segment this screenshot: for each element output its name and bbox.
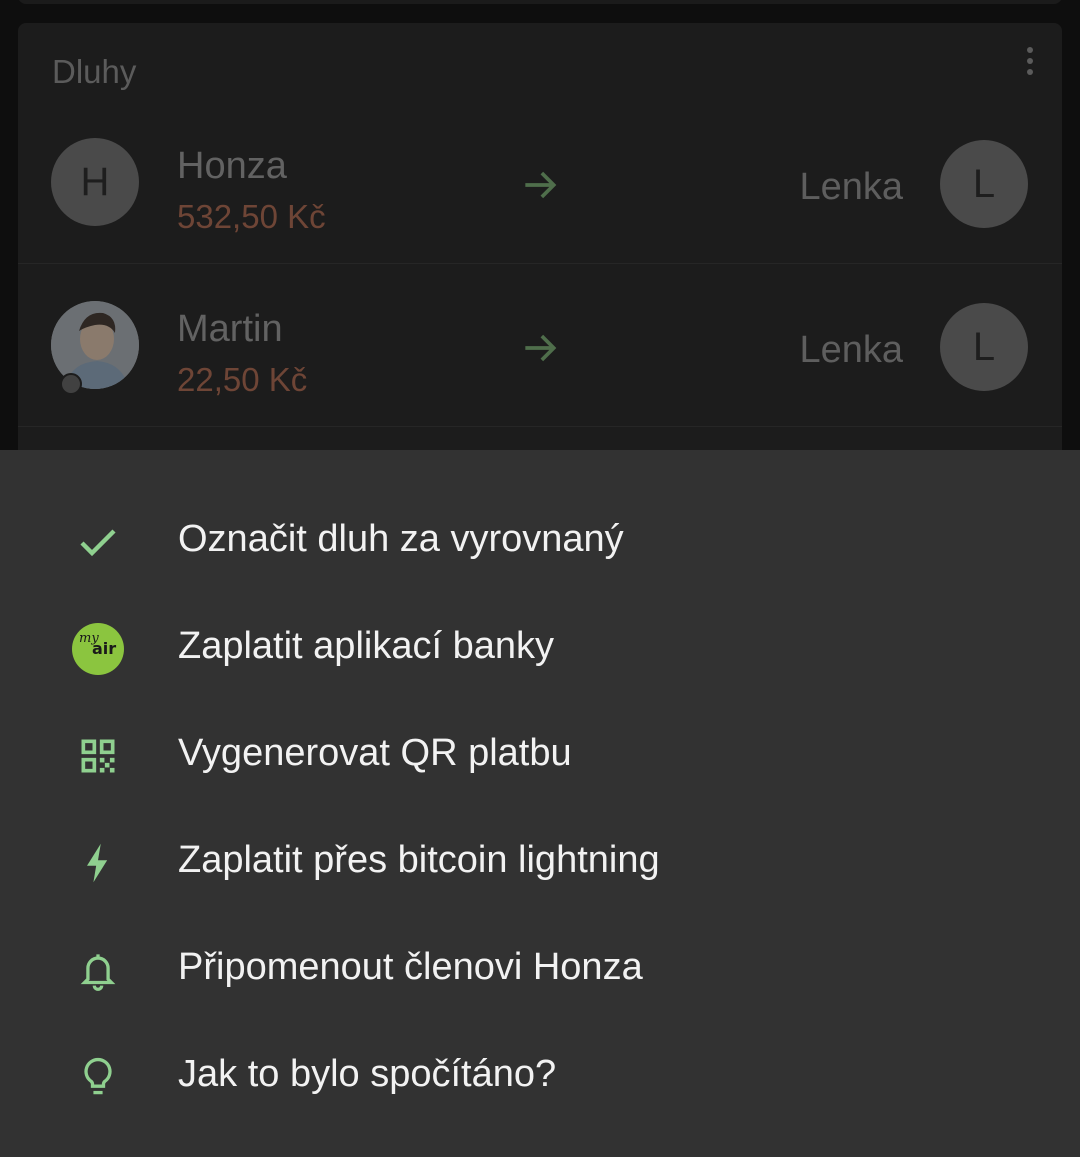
bottom-sheet: Označit dluh za vyrovnaný my air Zaplatit… xyxy=(0,450,1080,1157)
avatar: H xyxy=(51,138,139,226)
sheet-item-label: Připomenout členovi Honza xyxy=(178,946,643,988)
remind-member-item[interactable]: Připomenout členovi Honza xyxy=(0,916,1080,1023)
sheet-item-label: Označit dluh za vyrovnaný xyxy=(178,518,624,560)
mark-settled-item[interactable]: Označit dluh za vyrovnaný xyxy=(0,488,1080,595)
debt-amount: 22,50 Kč xyxy=(177,361,308,398)
previous-card-edge xyxy=(18,0,1062,4)
debtor-name: Martin xyxy=(177,308,283,350)
qr-code-icon xyxy=(70,728,126,784)
sheet-item-label: Vygenerovat QR platbu xyxy=(178,732,572,774)
debt-amount: 532,50 Kč xyxy=(177,198,326,235)
creditor-name: Lenka xyxy=(799,329,903,371)
lightbulb-icon xyxy=(70,1049,126,1105)
status-dot xyxy=(60,373,82,395)
debt-row[interactable]: Martin 22,50 Kč Lenka L xyxy=(18,264,1062,427)
myair-logo-icon: my air xyxy=(70,621,126,677)
more-options-icon[interactable] xyxy=(1024,47,1036,75)
generate-qr-item[interactable]: Vygenerovat QR platbu xyxy=(0,702,1080,809)
debt-row[interactable]: H Honza 532,50 Kč Lenka L xyxy=(18,101,1062,264)
pay-bank-app-item[interactable]: my air Zaplatit aplikací banky xyxy=(0,595,1080,702)
debtor-name: Honza xyxy=(177,145,287,187)
arrow-right-icon xyxy=(525,171,557,199)
sheet-item-label: Jak to bylo spočítáno? xyxy=(178,1053,557,1095)
screen: Dluhy H Honza 532,50 Kč Lenka L Martin 2… xyxy=(0,0,1080,1157)
creditor-name: Lenka xyxy=(799,166,903,208)
avatar: L xyxy=(940,303,1028,391)
lightning-icon xyxy=(70,835,126,891)
check-icon xyxy=(70,514,126,570)
sheet-item-label: Zaplatit aplikací banky xyxy=(178,625,554,667)
sheet-item-label: Zaplatit přes bitcoin lightning xyxy=(178,839,660,881)
debts-card: Dluhy H Honza 532,50 Kč Lenka L Martin 2… xyxy=(18,23,1062,483)
how-calculated-item[interactable]: Jak to bylo spočítáno? xyxy=(0,1023,1080,1130)
arrow-right-icon xyxy=(525,334,557,362)
pay-lightning-item[interactable]: Zaplatit přes bitcoin lightning xyxy=(0,809,1080,916)
bell-icon xyxy=(70,942,126,998)
card-title: Dluhy xyxy=(52,53,137,90)
avatar: L xyxy=(940,140,1028,228)
